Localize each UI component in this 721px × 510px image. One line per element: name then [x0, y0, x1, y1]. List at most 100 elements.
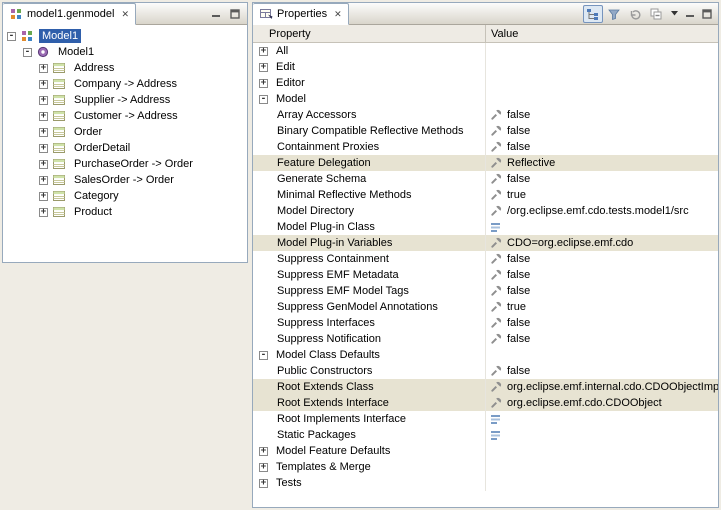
expand-toggle[interactable]: + [259, 63, 268, 72]
expand-toggle[interactable]: + [259, 479, 268, 488]
expand-toggle[interactable]: + [259, 47, 268, 56]
tree-item-order[interactable]: +Order [3, 124, 247, 140]
property-value-cell[interactable]: org.eclipse.emf.cdo.CDOObject [486, 395, 718, 411]
property-value-cell[interactable]: true [486, 187, 718, 203]
property-group-templates-merge[interactable]: +Templates & Merge [253, 459, 718, 475]
property-row-model-plug-in-variables[interactable]: Model Plug-in VariablesCDO=org.eclipse.e… [253, 235, 718, 251]
tab-properties[interactable]: Properties ✕ [253, 3, 349, 25]
property-value-cell[interactable] [486, 75, 718, 91]
expand-toggle[interactable]: + [39, 80, 48, 89]
property-row-root-extends-interface[interactable]: Root Extends Interfaceorg.eclipse.emf.cd… [253, 395, 718, 411]
minimize-button[interactable] [682, 6, 698, 22]
property-value-cell[interactable] [486, 475, 718, 491]
property-value-cell[interactable]: true [486, 299, 718, 315]
tab-model1-genmodel[interactable]: model1.genmodel ✕ [3, 3, 136, 25]
column-header-property[interactable]: Property [253, 25, 486, 42]
property-row-root-extends-class[interactable]: Root Extends Classorg.eclipse.emf.intern… [253, 379, 718, 395]
property-value-cell[interactable]: false [486, 107, 718, 123]
property-value-cell[interactable]: Reflective [486, 155, 718, 171]
property-value-cell[interactable]: false [486, 283, 718, 299]
tree-item-salesorder-order[interactable]: +SalesOrder -> Order [3, 172, 247, 188]
tree-item-supplier-address[interactable]: +Supplier -> Address [3, 92, 247, 108]
property-value-cell[interactable]: false [486, 315, 718, 331]
show-advanced-properties-button[interactable] [604, 5, 624, 23]
property-value-cell[interactable]: false [486, 331, 718, 347]
expand-toggle[interactable]: + [39, 112, 48, 121]
property-row-feature-delegation[interactable]: Feature DelegationReflective [253, 155, 718, 171]
property-row-suppress-emf-model-tags[interactable]: Suppress EMF Model Tagsfalse [253, 283, 718, 299]
property-group-model-class-defaults[interactable]: -Model Class Defaults [253, 347, 718, 363]
tree-item-orderdetail[interactable]: +OrderDetail [3, 140, 247, 156]
collapse-all-button[interactable] [646, 5, 666, 23]
expand-toggle[interactable]: + [39, 96, 48, 105]
property-value-cell[interactable]: /org.eclipse.emf.cdo.tests.model1/src [486, 203, 718, 219]
property-value-cell[interactable] [486, 43, 718, 59]
property-value-cell[interactable]: false [486, 251, 718, 267]
view-menu-button[interactable] [667, 5, 681, 23]
property-row-suppress-notification[interactable]: Suppress Notificationfalse [253, 331, 718, 347]
close-icon[interactable]: ✕ [334, 10, 342, 19]
tree-item-purchaseorder-order[interactable]: +PurchaseOrder -> Order [3, 156, 247, 172]
collapse-toggle[interactable]: - [7, 32, 16, 41]
property-value-cell[interactable]: false [486, 267, 718, 283]
property-row-generate-schema[interactable]: Generate Schemafalse [253, 171, 718, 187]
property-value-cell[interactable]: false [486, 363, 718, 379]
property-group-model[interactable]: -Model [253, 91, 718, 107]
tree-item-model1[interactable]: -Model1 [3, 28, 247, 44]
property-group-edit[interactable]: +Edit [253, 59, 718, 75]
expand-toggle[interactable]: + [39, 176, 48, 185]
property-group-tests[interactable]: +Tests [253, 475, 718, 491]
property-row-public-constructors[interactable]: Public Constructorsfalse [253, 363, 718, 379]
property-value-cell[interactable]: false [486, 123, 718, 139]
property-group-all[interactable]: +All [253, 43, 718, 59]
expand-toggle[interactable]: + [39, 160, 48, 169]
property-value-cell[interactable] [486, 219, 718, 235]
property-value-cell[interactable] [486, 59, 718, 75]
property-value-cell[interactable]: false [486, 139, 718, 155]
property-value-cell[interactable] [486, 411, 718, 427]
restore-default-value-button[interactable] [625, 5, 645, 23]
property-value-cell[interactable] [486, 443, 718, 459]
tree-item-product[interactable]: +Product [3, 204, 247, 220]
property-value-cell[interactable] [486, 427, 718, 443]
tree-item-customer-address[interactable]: +Customer -> Address [3, 108, 247, 124]
expand-toggle[interactable]: + [39, 208, 48, 217]
property-value-cell[interactable]: CDO=org.eclipse.emf.cdo [486, 235, 718, 251]
expand-toggle[interactable]: + [259, 447, 268, 456]
expand-toggle[interactable]: + [39, 192, 48, 201]
column-header-value[interactable]: Value [486, 25, 718, 42]
property-value-cell[interactable] [486, 347, 718, 363]
property-group-editor[interactable]: +Editor [253, 75, 718, 91]
minimize-button[interactable] [208, 6, 224, 22]
maximize-button[interactable] [699, 6, 715, 22]
expand-toggle[interactable]: + [259, 79, 268, 88]
property-row-suppress-emf-metadata[interactable]: Suppress EMF Metadatafalse [253, 267, 718, 283]
maximize-button[interactable] [227, 6, 243, 22]
expand-toggle[interactable]: + [39, 144, 48, 153]
collapse-toggle[interactable]: - [259, 95, 268, 104]
collapse-toggle[interactable]: - [23, 48, 32, 57]
property-value-cell[interactable] [486, 91, 718, 107]
property-row-suppress-interfaces[interactable]: Suppress Interfacesfalse [253, 315, 718, 331]
property-row-containment-proxies[interactable]: Containment Proxiesfalse [253, 139, 718, 155]
close-icon[interactable]: ✕ [121, 10, 129, 19]
property-group-model-feature-defaults[interactable]: +Model Feature Defaults [253, 443, 718, 459]
expand-toggle[interactable]: + [39, 128, 48, 137]
tree-item-model1[interactable]: -Model1 [3, 44, 247, 60]
property-row-binary-compatible-reflective-methods[interactable]: Binary Compatible Reflective Methodsfals… [253, 123, 718, 139]
show-categories-button[interactable] [583, 5, 603, 23]
tree-item-address[interactable]: +Address [3, 60, 247, 76]
expand-toggle[interactable]: + [39, 64, 48, 73]
collapse-toggle[interactable]: - [259, 351, 268, 360]
property-row-static-packages[interactable]: Static Packages [253, 427, 718, 443]
property-row-suppress-containment[interactable]: Suppress Containmentfalse [253, 251, 718, 267]
property-row-suppress-genmodel-annotations[interactable]: Suppress GenModel Annotationstrue [253, 299, 718, 315]
property-value-cell[interactable] [486, 459, 718, 475]
expand-toggle[interactable]: + [259, 463, 268, 472]
property-row-root-implements-interface[interactable]: Root Implements Interface [253, 411, 718, 427]
property-row-model-plug-in-class[interactable]: Model Plug-in Class [253, 219, 718, 235]
property-row-model-directory[interactable]: Model Directory/org.eclipse.emf.cdo.test… [253, 203, 718, 219]
tree-item-category[interactable]: +Category [3, 188, 247, 204]
property-value-cell[interactable]: org.eclipse.emf.internal.cdo.CDOObjectIm… [486, 379, 718, 395]
property-row-minimal-reflective-methods[interactable]: Minimal Reflective Methodstrue [253, 187, 718, 203]
